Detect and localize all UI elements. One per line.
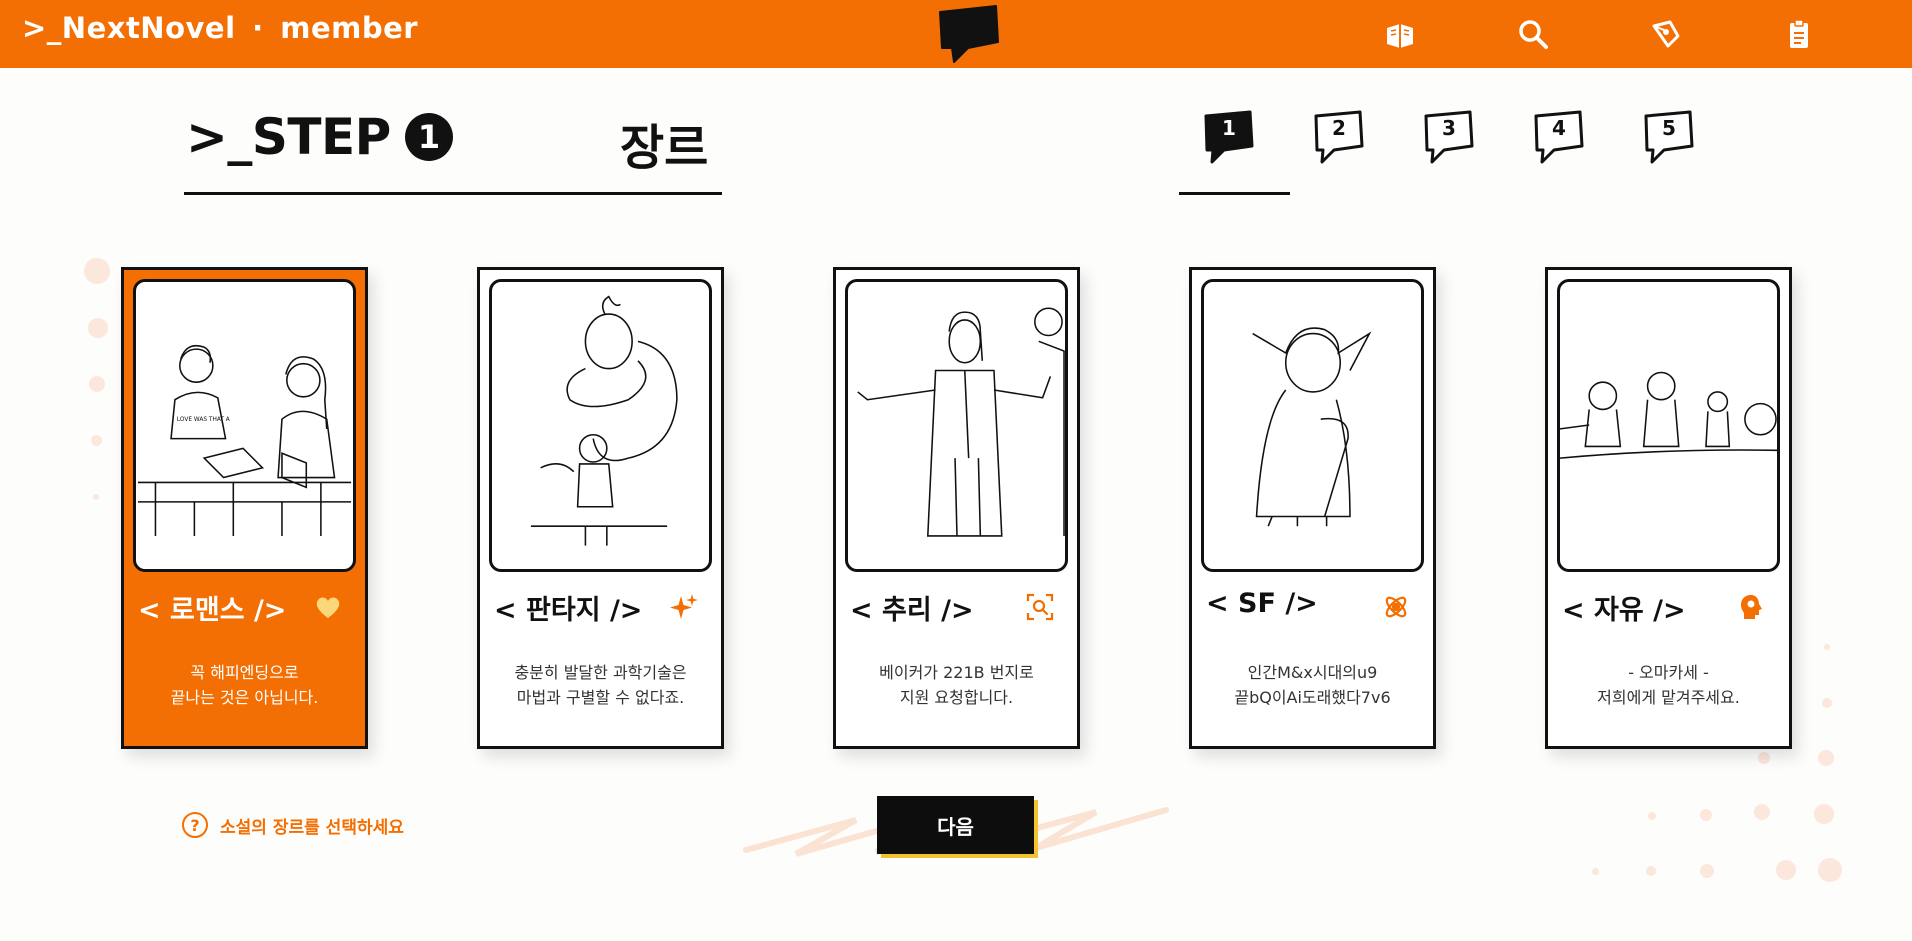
genre-card-mystery[interactable]: < 추리 /> 베이커가 221B 번지로 지원 요청합니다. — [833, 267, 1080, 749]
genre-hint-text: 소설의 장르를 선택하세요 — [220, 817, 404, 838]
step-tab-2[interactable]: 2 — [1310, 108, 1368, 166]
books-icon[interactable] — [1380, 14, 1420, 54]
card-title: < 추리 /> — [850, 595, 974, 626]
decor-dot — [1818, 750, 1834, 766]
decor-dot — [1754, 804, 1770, 820]
free-illustration — [1557, 279, 1780, 572]
step-tab-label: 3 — [1442, 116, 1456, 140]
step-tab-label: 2 — [1332, 116, 1346, 140]
active-tab-underline — [1179, 192, 1290, 195]
card-description-line: 인간M&x시대의u9 — [1247, 663, 1378, 682]
speech-bubble-logo-icon[interactable] — [938, 2, 1000, 64]
card-title: < 자유 /> — [1562, 595, 1686, 626]
brand[interactable]: >_NextNovel · member — [22, 11, 418, 45]
sparkle-icon — [669, 592, 699, 622]
card-description: 꼭 해피엔딩으로 끝나는 것은 아닙니다. — [124, 660, 365, 710]
card-description: - 오마카세 - 저희에게 맡겨주세요. — [1548, 660, 1789, 710]
step-tab-5[interactable]: 5 — [1640, 108, 1698, 166]
mystery-illustration — [845, 279, 1068, 572]
decor-dot — [1592, 868, 1599, 875]
decor-dot — [1758, 752, 1770, 764]
decor-dot — [93, 494, 99, 500]
card-title: < SF /> — [1206, 588, 1318, 619]
genre-card-fantasy[interactable]: < 판타지 /> 충분히 발달한 과학기술은 마법과 구별할 수 없다죠. — [477, 267, 724, 749]
card-description-line: 충분히 발달한 과학기술은 — [514, 663, 687, 682]
head-gear-icon — [1737, 592, 1767, 622]
decor-dot — [84, 258, 110, 284]
step-number-badge: 1 — [404, 113, 453, 161]
decor-dot — [1814, 804, 1834, 824]
card-description-line: 끝나는 것은 아닙니다. — [170, 688, 319, 707]
decor-dot — [91, 435, 102, 446]
step-tab-label: 1 — [1222, 116, 1236, 140]
card-description-line: 마법과 구별할 수 없다죠. — [516, 688, 685, 707]
top-bar: >_NextNovel · member — [0, 0, 1912, 68]
card-description: 베이커가 221B 번지로 지원 요청합니다. — [836, 660, 1077, 710]
card-title: < 판타지 /> — [494, 595, 643, 626]
decor-dot — [1822, 698, 1832, 708]
decor-dot — [1700, 864, 1714, 878]
decor-dot — [1818, 858, 1842, 882]
decor-dot — [88, 318, 108, 338]
romance-illustration: LOVE WAS THAT A — [133, 279, 356, 572]
step-title: >_STEP 1 — [186, 108, 453, 166]
next-button[interactable]: 다음 — [877, 796, 1034, 854]
heart-icon — [313, 592, 343, 622]
genre-card-romance[interactable]: LOVE WAS THAT A < 로맨스 /> 꼭 해피엔딩으로 끝나는 것은… — [121, 267, 368, 749]
step-tab-4[interactable]: 4 — [1530, 108, 1588, 166]
decor-dot — [89, 376, 105, 392]
card-description-line: - 오마카세 - — [1628, 663, 1709, 682]
card-description-line: 꼭 해피엔딩으로 — [190, 663, 299, 682]
search-icon[interactable] — [1513, 14, 1553, 54]
decor-dot — [1776, 860, 1796, 880]
question-icon: ? — [182, 812, 208, 838]
card-description: 인간M&x시대의u9 끝bQ이Ai도래했다7v6 — [1192, 660, 1433, 710]
sf-illustration — [1201, 279, 1424, 572]
brand-name: >_NextNovel — [22, 11, 236, 45]
step-tab-3[interactable]: 3 — [1420, 108, 1478, 166]
magnify-scan-icon — [1025, 592, 1055, 622]
card-description-line: 저희에게 맡겨주세요. — [1597, 688, 1740, 707]
genre-card-free[interactable]: < 자유 /> - 오마카세 - 저희에게 맡겨주세요. — [1545, 267, 1792, 749]
step-genre-label: 장르 — [620, 120, 709, 176]
pen-icon[interactable] — [1646, 14, 1686, 54]
atom-icon — [1381, 592, 1411, 622]
genre-hint: ? 소설의 장르를 선택하세요 — [182, 812, 404, 838]
decor-dot — [1648, 812, 1656, 820]
brand-separator: · — [252, 11, 264, 45]
step-tab-label: 4 — [1552, 116, 1566, 140]
decor-dot — [1700, 809, 1712, 821]
genre-card-sf[interactable]: < SF /> 인간M&x시대의u9 끝bQ이Ai도래했다7v6 — [1189, 267, 1436, 749]
card-description-line: 끝bQ이Ai도래했다7v6 — [1234, 688, 1391, 707]
step-tab-1[interactable]: 1 — [1200, 108, 1258, 166]
decor-dot — [1646, 866, 1656, 876]
clipboard-icon[interactable] — [1779, 14, 1819, 54]
svg-text:LOVE WAS THAT A: LOVE WAS THAT A — [177, 417, 230, 423]
card-title: < 로맨스 /> — [138, 595, 287, 626]
decor-dot — [1824, 644, 1830, 650]
card-description-line: 베이커가 221B 번지로 — [879, 663, 1034, 682]
brand-section: member — [280, 11, 419, 45]
step-tab-label: 5 — [1662, 116, 1676, 140]
step-title-underline — [184, 192, 722, 195]
step-title-text: >_STEP — [186, 108, 391, 166]
fantasy-illustration — [489, 279, 712, 572]
card-description-line: 지원 요청합니다. — [899, 688, 1014, 707]
card-description: 충분히 발달한 과학기술은 마법과 구별할 수 없다죠. — [480, 660, 721, 710]
